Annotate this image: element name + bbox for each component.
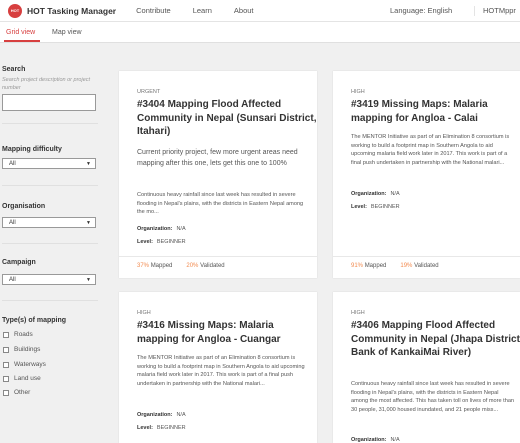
mapping-types-title: Type(s) of mapping <box>2 317 67 324</box>
project-organization: Organization: N/A <box>351 191 400 197</box>
priority-badge: HIGH <box>351 310 365 316</box>
project-progress: 91% Mapped 19% Validated <box>351 263 439 269</box>
active-tab-indicator <box>4 40 40 42</box>
project-title[interactable]: #3406 Mapping Flood Affected Community i… <box>351 319 520 360</box>
project-title[interactable]: #3404 Mapping Flood Affected Community i… <box>137 98 317 139</box>
campaign-title: Campaign <box>2 259 36 266</box>
project-description: The MENTOR Initiative as part of an Elim… <box>137 355 305 387</box>
top-navbar: HOT HOT Tasking Manager Contribute Learn… <box>0 0 520 22</box>
user-menu[interactable]: HOTMppr <box>474 6 516 16</box>
priority-badge: URGENT <box>137 89 161 95</box>
project-card-3416[interactable]: HIGH #3416 Missing Maps: Malaria mapping… <box>119 292 317 443</box>
tab-map-view[interactable]: Map view <box>52 29 82 36</box>
chevron-down-icon: ▼ <box>86 161 91 167</box>
project-description: The MENTOR Initiative as part of an Elim… <box>351 134 510 166</box>
brand-title[interactable]: HOT Tasking Manager <box>27 6 116 16</box>
tab-grid-view[interactable]: Grid view <box>6 29 35 36</box>
nav-about[interactable]: About <box>234 6 254 15</box>
divider <box>2 185 98 186</box>
divider <box>2 300 98 301</box>
divider <box>2 123 98 124</box>
search-title: Search <box>2 66 26 73</box>
divider <box>119 256 317 257</box>
checkbox-icon <box>3 375 9 382</box>
project-card-3404[interactable]: URGENT #3404 Mapping Flood Affected Comm… <box>119 71 317 278</box>
project-level: Level: BEGINNER <box>351 204 400 210</box>
project-card-3406[interactable]: HIGH #3406 Mapping Flood Affected Commun… <box>333 292 520 443</box>
checkbox-icon <box>3 389 9 396</box>
project-level: Level: BEGINNER <box>137 425 186 431</box>
project-level: Level: BEGINNER <box>137 239 186 245</box>
project-title[interactable]: #3419 Missing Maps: Malaria mapping for … <box>351 98 520 125</box>
divider <box>333 256 520 257</box>
organisation-title: Organisation <box>2 203 46 210</box>
mapping-difficulty-title: Mapping difficulty <box>2 146 62 153</box>
project-organization: Organization: N/A <box>137 412 186 418</box>
organisation-select[interactable]: All ▼ <box>2 217 96 228</box>
nav-contribute[interactable]: Contribute <box>136 6 171 15</box>
checkbox-buildings[interactable]: Buildings <box>3 346 40 353</box>
search-input[interactable] <box>2 94 96 111</box>
checkbox-icon <box>3 331 9 338</box>
view-tabs: Grid view Map view <box>0 22 520 43</box>
checkbox-roads[interactable]: Roads <box>3 331 33 338</box>
checkbox-waterways[interactable]: Waterways <box>3 361 46 368</box>
project-organization: Organization: N/A <box>351 437 400 443</box>
project-short-description: Current priority project, few more urgen… <box>137 149 298 167</box>
chevron-down-icon: ▼ <box>86 220 91 226</box>
campaign-select[interactable]: All ▼ <box>2 274 96 285</box>
chevron-down-icon: ▼ <box>86 277 91 283</box>
project-title[interactable]: #3416 Missing Maps: Malaria mapping for … <box>137 319 317 346</box>
priority-badge: HIGH <box>351 89 365 95</box>
checkbox-land-use[interactable]: Land use <box>3 375 41 382</box>
project-progress: 37% Mapped 20% Validated <box>137 263 225 269</box>
checkbox-icon <box>3 346 9 353</box>
language-selector[interactable]: Language: English <box>390 6 452 15</box>
mapping-difficulty-select[interactable]: All ▼ <box>2 158 96 169</box>
project-card-3419[interactable]: HIGH #3419 Missing Maps: Malaria mapping… <box>333 71 520 278</box>
project-organization: Organization: N/A <box>137 226 186 232</box>
priority-badge: HIGH <box>137 310 151 316</box>
project-description: Continuous heavy rainfall since last wee… <box>137 192 304 215</box>
project-description: Continuous heavy rainfall since last wee… <box>351 381 515 413</box>
checkbox-other[interactable]: Other <box>3 389 30 396</box>
divider <box>2 243 98 244</box>
search-hint: Search project description or project nu… <box>2 77 91 91</box>
filter-sidebar: Search Search project description or pro… <box>0 44 110 443</box>
checkbox-icon <box>3 361 9 368</box>
nav-learn[interactable]: Learn <box>193 6 212 15</box>
hot-logo[interactable]: HOT <box>8 3 22 18</box>
